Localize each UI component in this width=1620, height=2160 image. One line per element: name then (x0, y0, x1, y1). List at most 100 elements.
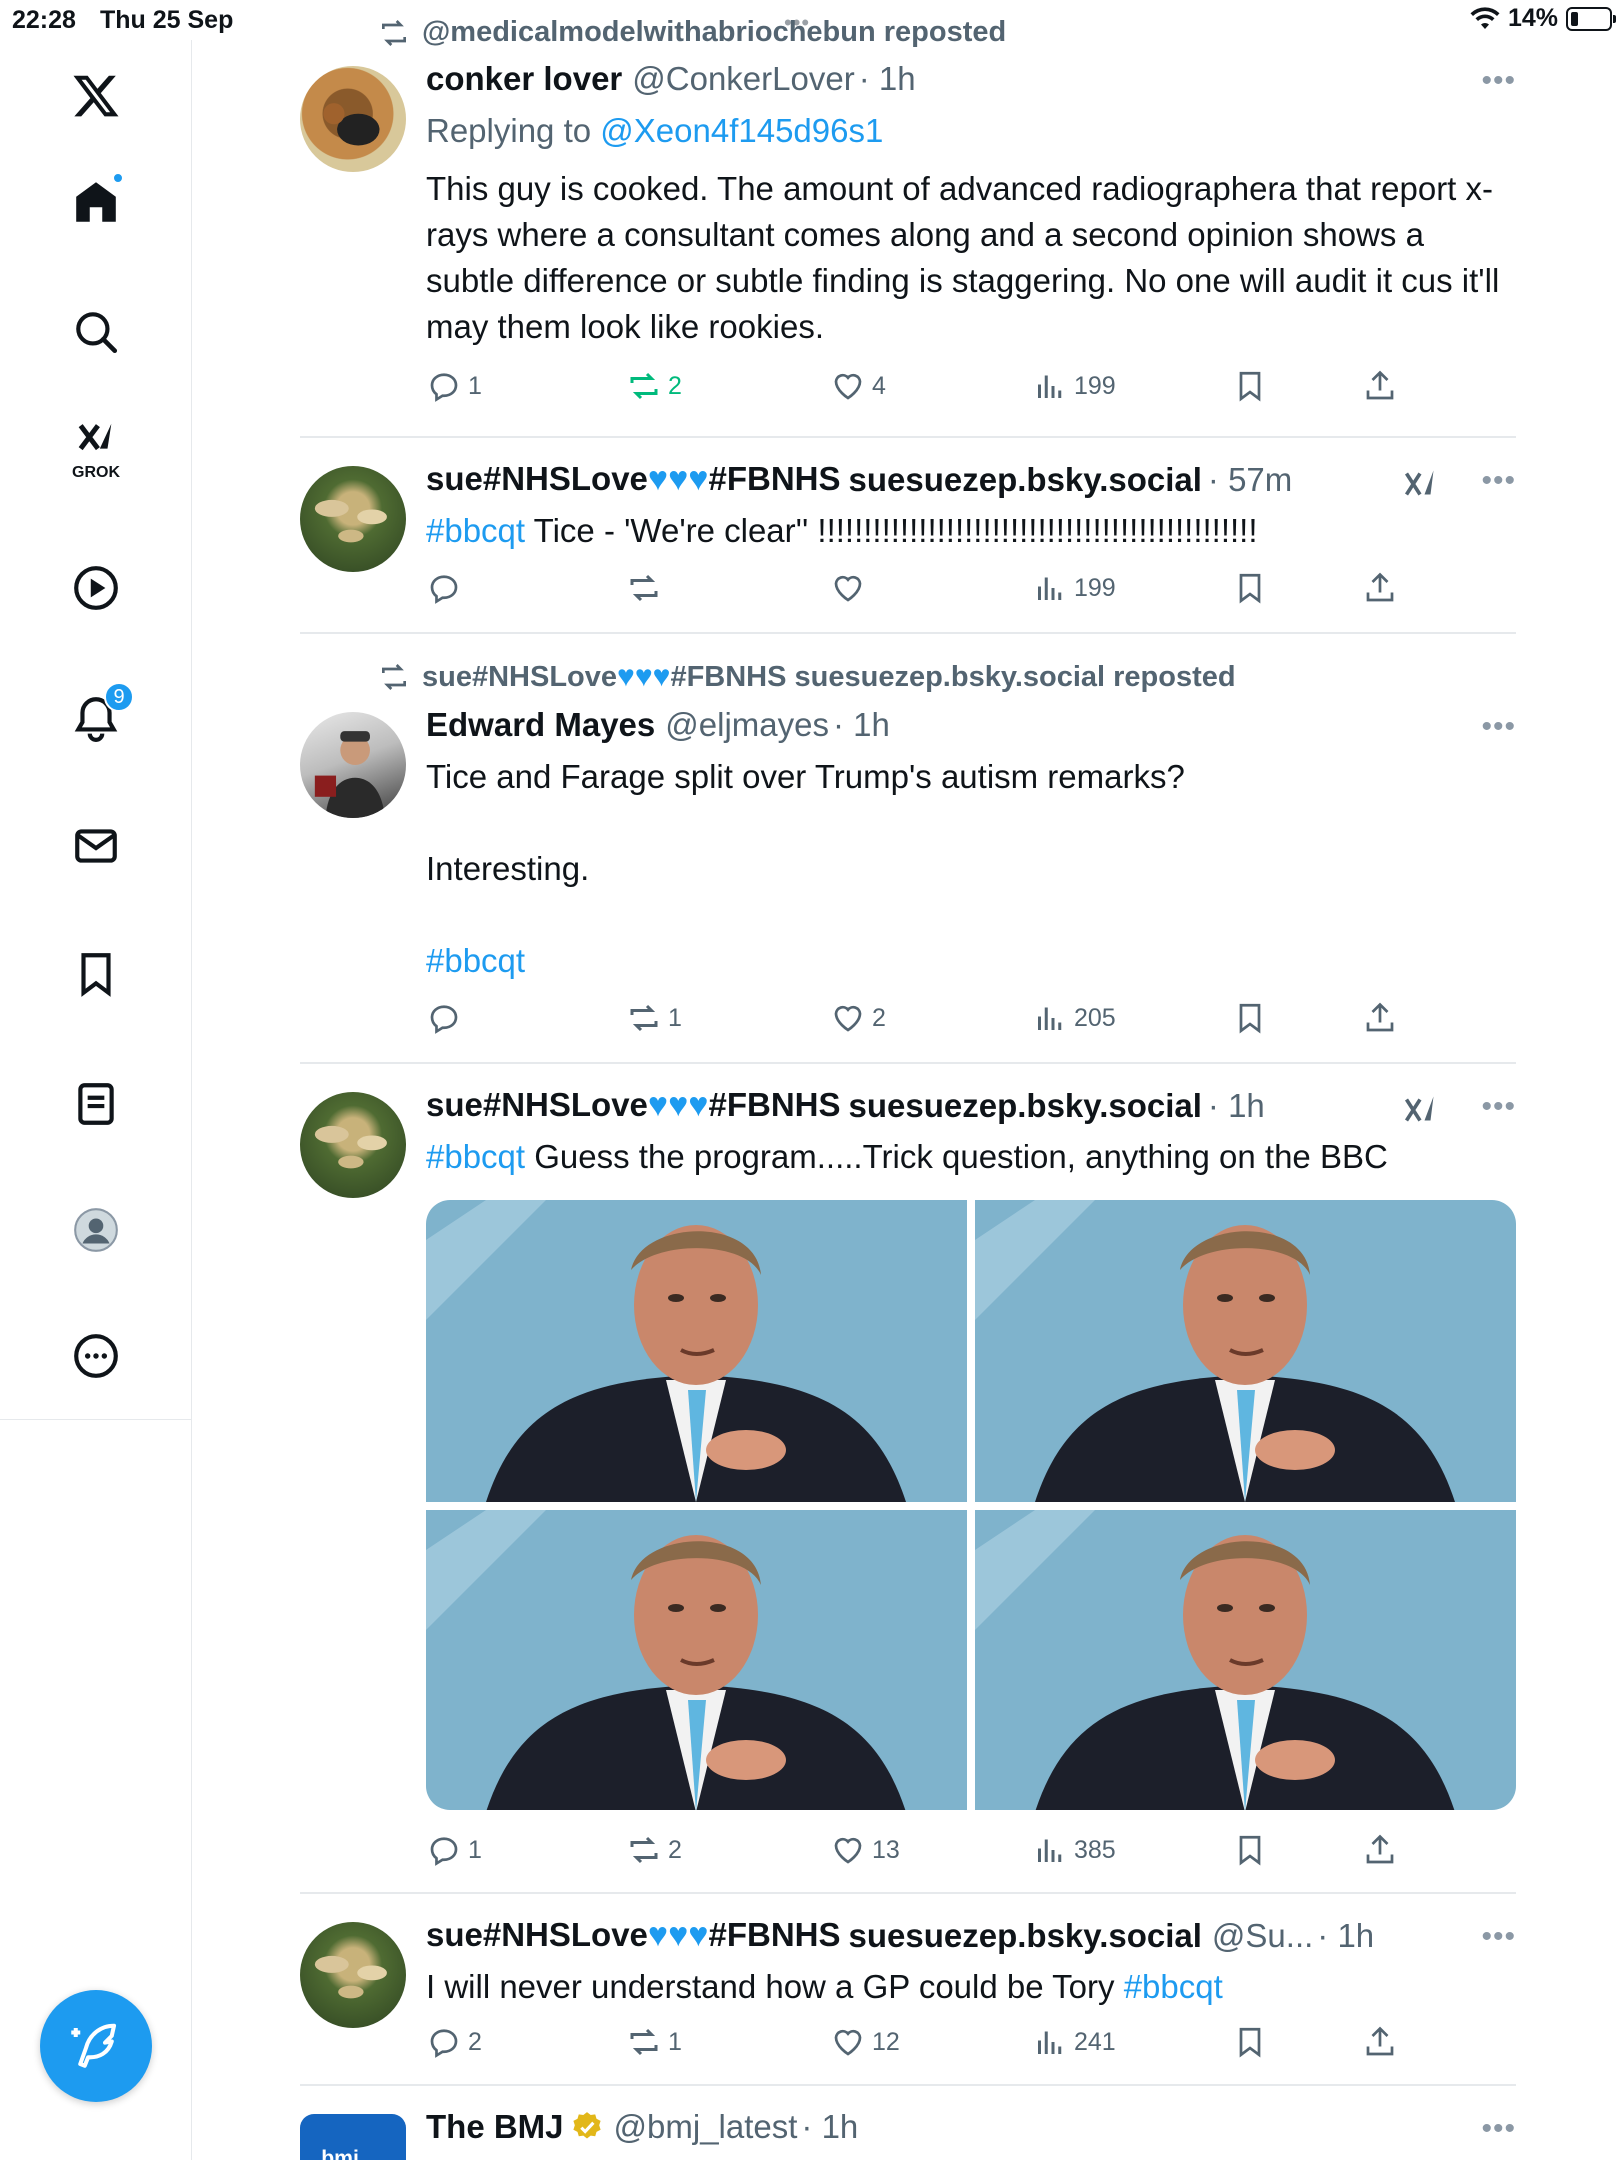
tweet-text-line1: Tice and Farage split over Trump's autis… (426, 758, 1185, 795)
tweet-text: #bbcqt Tice - 'We're clear'' !!!!!!!!!!!… (426, 508, 1516, 554)
avatar[interactable] (300, 1922, 406, 2028)
tweet-more-icon[interactable]: ••• (1481, 2112, 1516, 2146)
tweet-time[interactable]: · 1h (859, 60, 916, 98)
views-button[interactable]: 199 (1032, 570, 1116, 606)
avatar[interactable]: bmj (300, 2114, 406, 2160)
views-button[interactable]: 199 (1032, 368, 1116, 404)
avatar[interactable] (300, 1092, 406, 1198)
reply-button[interactable]: 1 (426, 1832, 482, 1868)
repost-button[interactable]: 1 (626, 1000, 682, 1036)
heart-icon (834, 1005, 862, 1032)
more-icon[interactable] (66, 1326, 126, 1386)
display-name-suffix: #FBNHS (708, 1916, 841, 1953)
avatar[interactable] (300, 66, 406, 172)
grok-label: GROK (72, 464, 120, 481)
hashtag-link[interactable]: #bbcqt (1124, 1968, 1223, 2005)
tweet-photo[interactable] (426, 1510, 967, 1810)
home-icon[interactable] (66, 172, 126, 232)
notifications-icon[interactable]: 9 (66, 682, 134, 748)
compose-post-button[interactable] (40, 1990, 152, 2102)
display-name[interactable]: Edward Mayes (426, 706, 655, 744)
like-button[interactable]: 2 (830, 1000, 886, 1036)
avatar[interactable] (300, 712, 406, 818)
tweet-photo[interactable] (426, 1200, 967, 1502)
views-button[interactable]: 241 (1032, 2024, 1116, 2060)
display-name[interactable]: The BMJ (426, 2108, 564, 2146)
tweet-time[interactable]: · 57m (1208, 461, 1292, 499)
repost-button[interactable]: 2 (626, 368, 682, 404)
x-logo-icon[interactable] (66, 66, 126, 126)
avatar[interactable] (300, 466, 406, 572)
display-name[interactable]: conker lover (426, 60, 622, 98)
like-button[interactable] (830, 570, 872, 606)
status-date: Thu 25 Sep (100, 6, 234, 34)
hashtag-link[interactable]: #bbcqt (426, 1138, 525, 1175)
user-handle[interactable]: @eljmayes (665, 706, 829, 744)
reply-button[interactable] (426, 1000, 468, 1036)
grok-explain-icon[interactable] (1402, 1092, 1438, 1128)
reply-button[interactable]: 1 (426, 368, 482, 404)
share-button[interactable] (1362, 570, 1398, 606)
repost-button[interactable]: 1 (626, 2024, 682, 2060)
status-right: 14% (1470, 4, 1616, 33)
replying-handle-link[interactable]: @Xeon4f145d96s1 (600, 112, 883, 149)
repost-count: 1 (668, 2027, 682, 2056)
like-button[interactable]: 13 (830, 1832, 900, 1868)
user-handle[interactable]: suesuezep.bsky.social (849, 1087, 1202, 1125)
tweet-photo[interactable] (975, 1510, 1516, 1810)
bookmark-icon (1239, 1835, 1261, 1866)
user-handle[interactable]: suesuezep.bsky.social (849, 461, 1202, 499)
repost-by-suffix: #FBNHS suesuezep.bsky.social reposted (670, 661, 1236, 693)
views-button[interactable]: 205 (1032, 1000, 1116, 1036)
tweet-time[interactable]: · 1h (833, 706, 890, 744)
tweet-more-icon[interactable]: ••• (1481, 64, 1516, 98)
repost-icon (630, 2028, 658, 2056)
share-button[interactable] (1362, 1000, 1398, 1036)
tweet-time[interactable]: · 1h (801, 2108, 858, 2146)
display-name[interactable]: sue#NHSLove♥♥♥#FBNHS (426, 1916, 841, 1955)
grok-explain-icon[interactable] (1402, 466, 1438, 502)
tweet-more-icon[interactable]: ••• (1481, 1090, 1516, 1124)
user-handle[interactable]: @bmj_latest (614, 2108, 798, 2146)
like-button[interactable]: 12 (830, 2024, 900, 2060)
share-button[interactable] (1362, 1832, 1398, 1868)
tweet-more-icon[interactable]: ••• (1481, 1920, 1516, 1954)
tweet-time[interactable]: · 1h (1208, 1087, 1265, 1125)
user-handle[interactable]: @ConkerLover (632, 60, 854, 98)
search-icon[interactable] (66, 302, 126, 362)
repost-count: 1 (668, 1003, 682, 1032)
bookmark-button[interactable] (1232, 368, 1268, 404)
repost-button[interactable] (626, 570, 668, 606)
views-button[interactable]: 385 (1032, 1832, 1116, 1868)
bookmark-button[interactable] (1232, 1832, 1268, 1868)
bookmark-button[interactable] (1232, 1000, 1268, 1036)
hashtag-link[interactable]: #bbcqt (426, 512, 525, 549)
video-icon[interactable] (66, 558, 126, 618)
reply-button[interactable]: 2 (426, 2024, 482, 2060)
bookmark-button[interactable] (1232, 570, 1268, 606)
tweet-time[interactable]: · 1h (1317, 1917, 1374, 1955)
like-button[interactable]: 4 (830, 368, 886, 404)
profile-icon[interactable] (66, 1200, 126, 1260)
grok-icon[interactable]: GROK (66, 418, 126, 481)
bookmarks-icon[interactable] (66, 944, 126, 1004)
messages-icon[interactable] (66, 816, 126, 876)
repost-button[interactable]: 2 (626, 1832, 682, 1868)
user-handle[interactable]: @Su... (1212, 1917, 1313, 1955)
display-name[interactable]: sue#NHSLove♥♥♥#FBNHS (426, 1086, 841, 1125)
reply-button[interactable] (426, 570, 468, 606)
share-button[interactable] (1362, 2024, 1398, 2060)
share-icon (1366, 572, 1394, 602)
tweet-more-icon[interactable]: ••• (1481, 464, 1516, 498)
tweet-more-icon[interactable]: ••• (1481, 710, 1516, 744)
display-name[interactable]: sue#NHSLove♥♥♥#FBNHS (426, 460, 841, 499)
share-button[interactable] (1362, 368, 1398, 404)
user-display-handle[interactable]: suesuezep.bsky.social (849, 1917, 1202, 1955)
display-name-prefix: sue#NHSLove (426, 460, 648, 497)
tweet[interactable]: bmj The BMJ @bmj_latest · 1h ••• (300, 2084, 1516, 2160)
lists-icon[interactable] (66, 1074, 126, 1134)
hashtag-link[interactable]: #bbcqt (426, 942, 525, 979)
bookmark-button[interactable] (1232, 2024, 1268, 2060)
repost-context: sue#NHSLove♥♥♥#FBNHS suesuezep.bsky.soci… (378, 660, 1236, 694)
tweet-photo[interactable] (975, 1200, 1516, 1502)
